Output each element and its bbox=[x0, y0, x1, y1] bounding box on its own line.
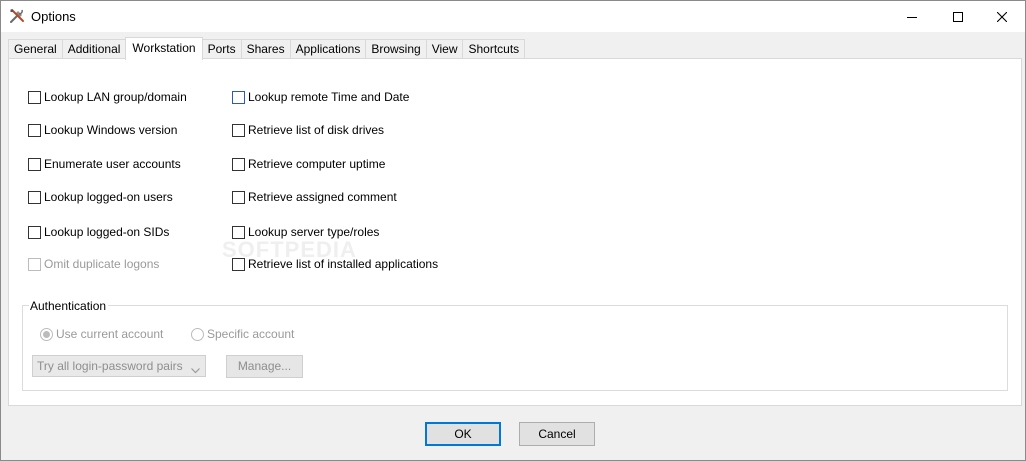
minimize-button[interactable] bbox=[889, 1, 935, 32]
tab-general[interactable]: General bbox=[8, 39, 63, 59]
minimize-icon bbox=[907, 12, 917, 22]
checkbox-box[interactable] bbox=[232, 123, 245, 137]
maximize-button[interactable] bbox=[935, 1, 981, 32]
checkbox-label: Lookup LAN group/domain bbox=[44, 90, 187, 104]
checkbox-retrieve-disk-drives[interactable]: Retrieve list of disk drives bbox=[232, 123, 384, 137]
checkbox-lookup-server-type[interactable]: Lookup server type/roles bbox=[232, 225, 379, 239]
checkbox-lookup-lan-group[interactable]: Lookup LAN group/domain bbox=[28, 90, 187, 104]
checkbox-enumerate-user-accounts[interactable]: Enumerate user accounts bbox=[28, 157, 181, 171]
checkbox-retrieve-assigned-comment[interactable]: Retrieve assigned comment bbox=[232, 190, 397, 204]
checkbox-label: Retrieve list of disk drives bbox=[248, 123, 385, 137]
radio-use-current-account[interactable]: Use current account bbox=[40, 327, 163, 341]
checkbox-box[interactable] bbox=[232, 90, 245, 104]
tab-additional[interactable]: Additional bbox=[61, 39, 127, 59]
checkbox-retrieve-computer-uptime[interactable]: Retrieve computer uptime bbox=[232, 157, 385, 171]
checkbox-omit-duplicate-logons[interactable]: Omit duplicate logons bbox=[28, 257, 159, 271]
options-dialog: Options General Additional Workstation P… bbox=[0, 0, 1026, 461]
checkbox-label: Retrieve assigned comment bbox=[248, 190, 397, 204]
checkbox-label: Omit duplicate logons bbox=[44, 257, 160, 271]
checkbox-label: Lookup server type/roles bbox=[248, 225, 380, 239]
checkbox-lookup-logged-on-users[interactable]: Lookup logged-on users bbox=[28, 190, 173, 204]
workstation-tab-page: SOFTPEDIA Lookup LAN group/domain Lookup… bbox=[8, 58, 1022, 406]
checkbox-box[interactable] bbox=[232, 225, 245, 239]
checkbox-box[interactable] bbox=[28, 123, 41, 137]
cancel-button[interactable]: Cancel bbox=[519, 422, 595, 446]
manage-button[interactable]: Manage... bbox=[226, 355, 303, 378]
credentials-dropdown[interactable]: Try all login-password pairs bbox=[32, 355, 206, 377]
checkbox-label: Lookup Windows version bbox=[44, 123, 178, 137]
checkbox-lookup-windows-version[interactable]: Lookup Windows version bbox=[28, 123, 177, 137]
tab-workstation[interactable]: Workstation bbox=[125, 37, 203, 60]
radio-circle[interactable] bbox=[40, 327, 53, 341]
checkbox-label: Retrieve list of installed applications bbox=[248, 257, 439, 271]
tab-applications[interactable]: Applications bbox=[289, 39, 367, 59]
dropdown-value: Try all login-password pairs bbox=[37, 359, 183, 373]
checkbox-box[interactable] bbox=[28, 90, 41, 104]
close-button[interactable] bbox=[979, 1, 1025, 32]
authentication-group-title: Authentication bbox=[29, 299, 109, 313]
checkbox-box[interactable] bbox=[28, 257, 41, 271]
checkbox-box[interactable] bbox=[28, 157, 41, 171]
checkbox-label: Lookup logged-on users bbox=[44, 190, 173, 204]
checkbox-label: Lookup remote Time and Date bbox=[248, 90, 410, 104]
tab-view[interactable]: View bbox=[425, 39, 464, 59]
ok-button[interactable]: OK bbox=[425, 422, 501, 446]
radio-specific-account[interactable]: Specific account bbox=[191, 327, 294, 341]
tools-icon bbox=[9, 8, 25, 24]
checkbox-box[interactable] bbox=[232, 157, 245, 171]
checkbox-box[interactable] bbox=[232, 190, 245, 204]
checkbox-lookup-logged-on-sids[interactable]: Lookup logged-on SIDs bbox=[28, 225, 169, 239]
radio-circle[interactable] bbox=[191, 327, 204, 341]
checkbox-label: Retrieve computer uptime bbox=[248, 157, 386, 171]
tab-browsing[interactable]: Browsing bbox=[365, 39, 427, 59]
checkbox-box[interactable] bbox=[28, 190, 41, 204]
authentication-group bbox=[22, 305, 1008, 391]
checkbox-label: Enumerate user accounts bbox=[44, 157, 181, 171]
checkbox-label: Lookup logged-on SIDs bbox=[44, 225, 170, 239]
radio-label: Specific account bbox=[207, 327, 295, 341]
radio-label: Use current account bbox=[56, 327, 164, 341]
checkbox-retrieve-installed-apps[interactable]: Retrieve list of installed applications bbox=[232, 257, 438, 271]
maximize-icon bbox=[953, 11, 963, 22]
window-title: Options bbox=[31, 9, 76, 24]
tab-ports[interactable]: Ports bbox=[201, 39, 242, 59]
checkbox-box[interactable] bbox=[232, 257, 245, 271]
checkbox-lookup-remote-time[interactable]: Lookup remote Time and Date bbox=[232, 90, 409, 104]
chevron-down-icon bbox=[191, 363, 200, 377]
checkbox-box[interactable] bbox=[28, 225, 41, 239]
tab-shortcuts[interactable]: Shortcuts bbox=[462, 39, 526, 59]
tab-shares[interactable]: Shares bbox=[240, 39, 291, 59]
tab-strip: General Additional Workstation Ports Sha… bbox=[8, 37, 526, 60]
close-icon bbox=[997, 11, 1007, 22]
title-bar[interactable]: Options bbox=[1, 1, 1025, 32]
